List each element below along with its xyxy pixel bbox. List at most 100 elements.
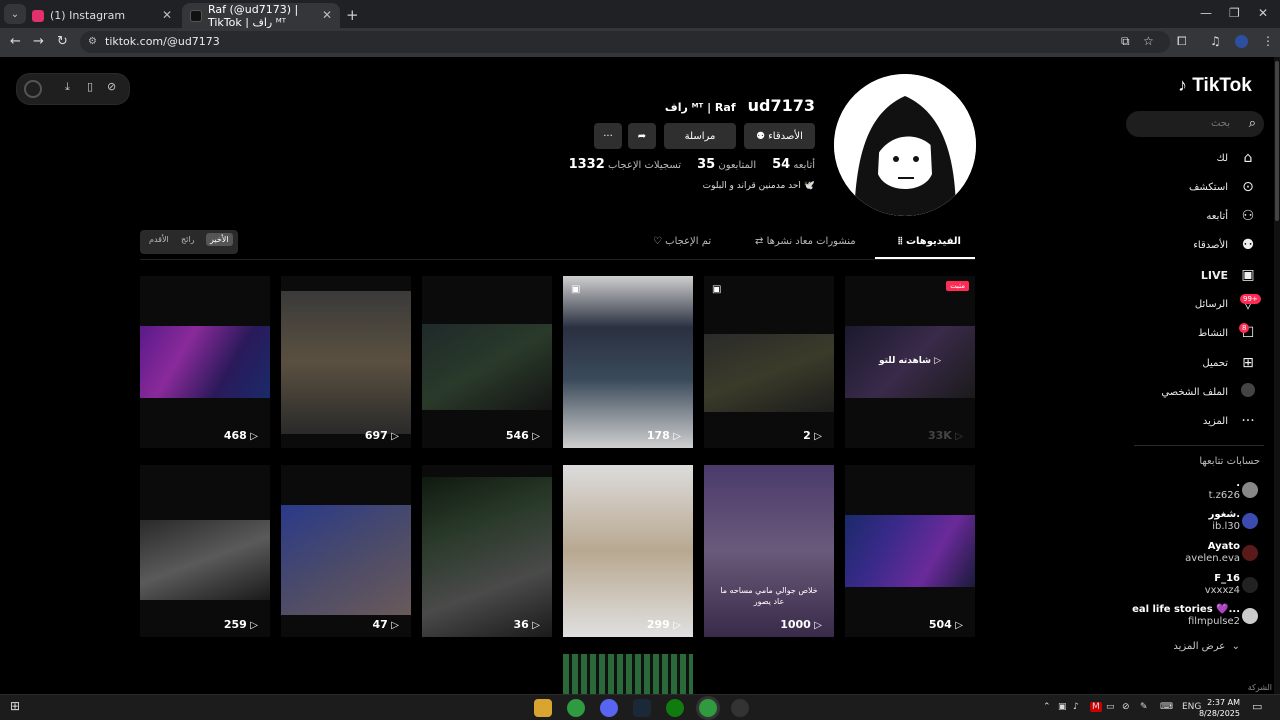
browser-tab-tiktok[interactable]: Raf (@ud7173) | TikTok | راف ᴹᵀ ✕ [182, 3, 340, 29]
share-button[interactable]: ➦ [628, 123, 656, 149]
sidebar-item-following[interactable]: أتابعه ⚇ [1206, 205, 1258, 227]
new-tab-button[interactable]: + [346, 6, 359, 24]
video-tile[interactable]: خلاص جوالي مامي مساحه ما عاد يصور 1000 [704, 465, 834, 637]
tab-videos[interactable]: ⦙⦙ الفيديوهات [898, 236, 961, 247]
tray-m-icon[interactable]: M [1090, 702, 1102, 712]
sort-popular[interactable]: رائج [181, 235, 194, 244]
window-close-icon[interactable]: ✕ [1258, 6, 1268, 20]
volume-icon[interactable]: ♪ [1073, 702, 1079, 712]
video-tile[interactable]: 36 [422, 465, 552, 637]
browser-menu-icon[interactable]: ⋮ [1262, 34, 1274, 48]
sidebar-item-profile[interactable]: الملف الشخصي [1161, 381, 1258, 403]
page-scrollbar[interactable] [1274, 57, 1280, 694]
following-account[interactable]: Ayato avelen.eva [1185, 541, 1240, 565]
video-caption: خلاص جوالي مامي مساحه ما عاد يصور [720, 586, 818, 606]
address-bar[interactable]: ⚙ tiktok.com/@ud7173 [80, 31, 1170, 53]
sidebar-item-explore[interactable]: استكشف ⊙ [1189, 176, 1258, 198]
media-icon[interactable]: ♫ [1210, 34, 1221, 48]
close-tab-icon[interactable]: ✕ [162, 8, 172, 22]
tab-liked[interactable]: ♡ تم الإعجاب [653, 236, 711, 247]
compass-icon: ⊙ [1242, 179, 1254, 195]
see-more-link[interactable]: عرض المزيد ⌄ [1173, 641, 1240, 652]
friends-button[interactable]: ⚉ الأصدقاء [744, 123, 815, 149]
minimize-icon[interactable]: — [1200, 6, 1212, 20]
forward-icon[interactable]: → [33, 34, 44, 49]
tray-chevron-icon[interactable]: ⌃ [1043, 702, 1051, 712]
install-app-icon[interactable]: ⧉ [1121, 34, 1130, 49]
sort-latest[interactable]: الأخير [206, 233, 233, 246]
download-icon[interactable]: ⤓ [65, 80, 70, 94]
sidebar-item-friends[interactable]: الأصدقاء ⚉ [1193, 234, 1258, 256]
following-account[interactable]: eal life stories 💜... filmpulse2 [1132, 604, 1240, 628]
share-icon: ➦ [637, 130, 647, 142]
app-icon[interactable] [731, 699, 749, 717]
steam-icon[interactable] [633, 699, 651, 717]
chrome-active-icon[interactable] [699, 699, 717, 717]
sidebar-item-live[interactable]: LIVE ▣ [1201, 264, 1258, 286]
profile-avatar[interactable] [834, 74, 976, 216]
pen-icon[interactable]: ✎ [1140, 702, 1148, 712]
mobile-icon[interactable]: ▯ [87, 80, 93, 93]
windows-start-icon[interactable]: ⊞ [10, 699, 20, 713]
site-info-icon[interactable]: ⚙ [88, 31, 97, 53]
tray-icon[interactable]: ▣ [1058, 702, 1067, 712]
following-icon: ⚇ [1241, 208, 1255, 224]
xbox-icon[interactable] [666, 699, 684, 717]
avatar[interactable] [1242, 608, 1258, 624]
stat-following[interactable]: 54 أتابعه [768, 157, 815, 172]
sidebar-item-upload[interactable]: تحميل ⊞ [1202, 352, 1258, 374]
video-tile[interactable]: ▣ 178 [563, 276, 693, 448]
stat-likes[interactable]: 1332 تسجيلات الإعجاب [565, 157, 681, 172]
stat-followers[interactable]: 35 المتابعون [693, 157, 756, 172]
video-tile[interactable]: 468 [140, 276, 270, 448]
video-tile[interactable] [563, 654, 693, 694]
compass-ext-icon[interactable]: ⊘ [107, 80, 116, 93]
browser-tab-instagram[interactable]: (1) Instagram ✕ [24, 3, 180, 28]
tab-reposts[interactable]: ⇄ منشورات معاد نشرها [755, 236, 856, 247]
tab-search-button[interactable]: ⌄ [4, 4, 26, 24]
tray-icon[interactable]: ⊘ [1122, 702, 1130, 712]
reload-icon[interactable]: ↻ [57, 34, 68, 49]
avatar[interactable] [1242, 545, 1258, 561]
restore-icon[interactable]: ❐ [1229, 6, 1240, 20]
video-tile[interactable]: 47 [281, 465, 411, 637]
clock[interactable]: 2:37 AM 8/28/2025 [1199, 697, 1240, 719]
file-explorer-icon[interactable] [534, 699, 552, 717]
video-tile[interactable]: 299 [563, 465, 693, 637]
company-link[interactable]: الشركة [1248, 683, 1272, 692]
video-tile[interactable]: 546 [422, 276, 552, 448]
view-count: 259 [224, 618, 258, 631]
video-tile[interactable]: 697 [281, 276, 411, 448]
video-tile[interactable]: 259 [140, 465, 270, 637]
back-icon[interactable]: ← [10, 34, 21, 49]
video-tile[interactable]: مثبت شاهدته للتو ▷ 33K [845, 276, 975, 448]
sort-oldest[interactable]: الأقدم [149, 235, 169, 244]
bookmark-star-icon[interactable]: ☆ [1143, 34, 1154, 48]
following-account[interactable]: شغور. ib.l30 [1209, 509, 1240, 533]
search-input[interactable]: بحث ⌕ [1126, 111, 1264, 137]
following-account[interactable]: F_16 vxxxz4 [1205, 573, 1240, 597]
discord-icon[interactable] [600, 699, 618, 717]
avatar[interactable] [1242, 482, 1258, 498]
avatar[interactable] [1242, 513, 1258, 529]
tiktok-logo[interactable]: ♪ TikTok [1178, 75, 1252, 97]
video-tile[interactable]: ▣ 2 [704, 276, 834, 448]
chrome-icon[interactable] [567, 699, 585, 717]
avatar[interactable] [1242, 577, 1258, 593]
video-tile[interactable]: 504 [845, 465, 975, 637]
following-account[interactable]: . t.z626 [1209, 478, 1240, 502]
extensions-icon[interactable]: ⧠ [1177, 34, 1187, 49]
keyboard-icon[interactable]: ⌨ [1160, 702, 1173, 712]
notification-icon[interactable]: ▭ [1252, 700, 1262, 713]
extension-logo-icon[interactable] [24, 80, 42, 98]
network-icon[interactable]: ▭ [1106, 702, 1115, 712]
sidebar-item-activity[interactable]: النشاط ☐ [1198, 322, 1258, 344]
sidebar-item-more[interactable]: المزيد ··· [1203, 410, 1258, 432]
following-accounts-title: حسابات تتابعها [1199, 456, 1260, 467]
sidebar-item-for-you[interactable]: لك ⌂ [1217, 147, 1258, 169]
profile-avatar-icon[interactable] [1235, 35, 1248, 48]
more-options-button[interactable]: ··· [594, 123, 622, 149]
close-tab-icon[interactable]: ✕ [322, 8, 332, 22]
view-count: 47 [373, 618, 399, 631]
message-button[interactable]: مراسلة [664, 123, 736, 149]
